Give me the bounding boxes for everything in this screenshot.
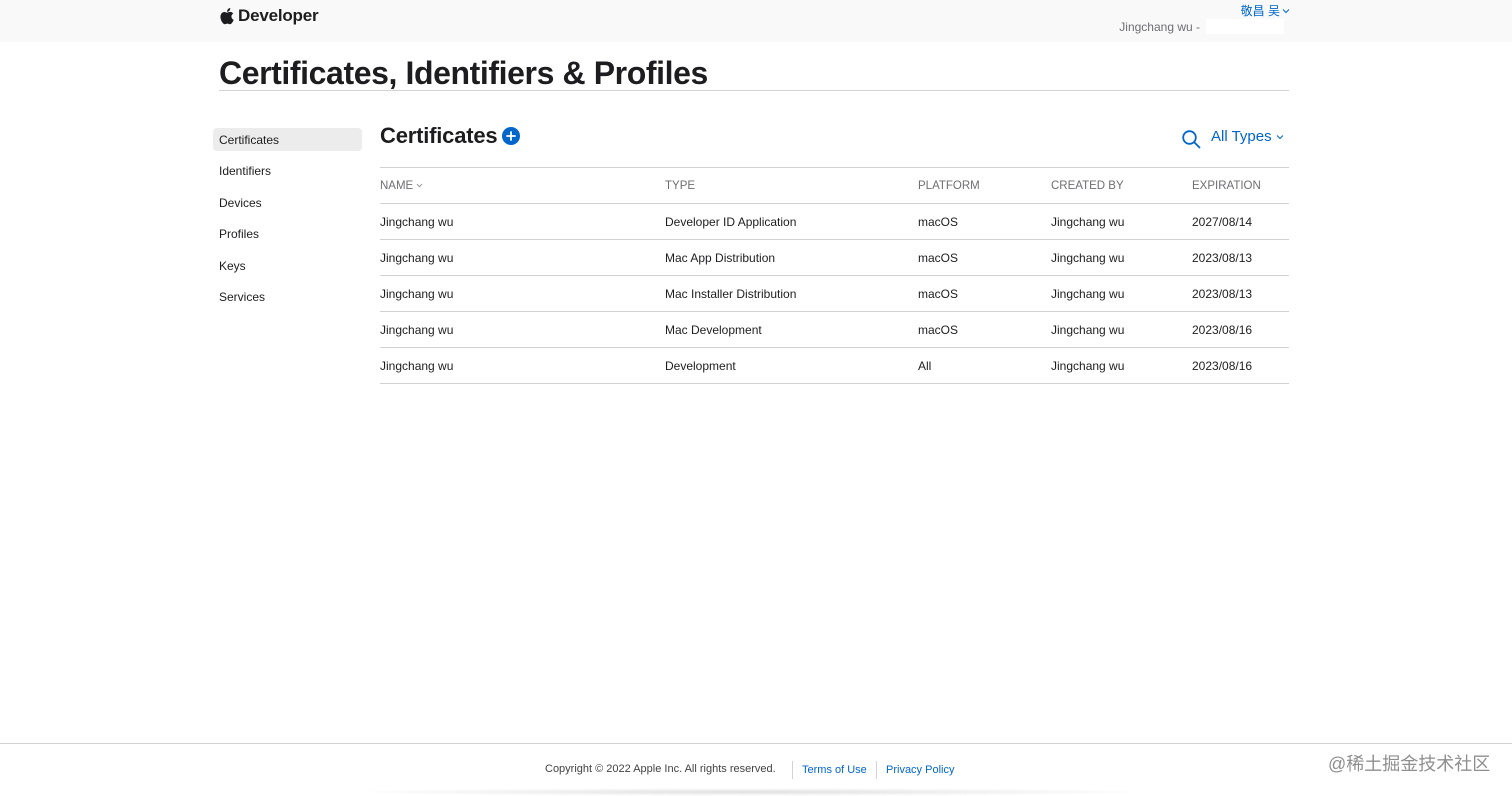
cell-platform: macOS [918,250,959,265]
account-team-redacted [1206,19,1284,34]
cell-created-by: Jingchang wu [1051,322,1125,337]
cell-created-by: Jingchang wu [1051,358,1125,373]
developer-logo[interactable]: Developer [219,6,319,26]
cell-name: Jingchang wu [380,358,454,373]
user-name: 敬昌 吴 [1240,4,1280,18]
copyright-text: Copyright © 2022 Apple Inc. All rights r… [545,763,776,775]
cell-type: Development [665,358,736,373]
apple-logo-icon [220,7,234,25]
certificates-table: NAME TYPE PLATFORM CREATED BY EXPIRATION… [380,167,1289,384]
title-divider [219,90,1289,91]
column-header-expiration[interactable]: EXPIRATION [1192,168,1261,203]
plus-icon [506,131,517,141]
account-label: Jingchang wu - [1119,19,1200,34]
type-filter-label: All Types [1211,128,1272,145]
footer-shadow [340,788,1160,796]
cell-expiration: 2023/08/13 [1192,286,1253,301]
sidebar-nav: Certificates Identifiers Devices Profile… [213,128,362,318]
sidebar-item-devices[interactable]: Devices [213,191,362,214]
account-selector[interactable]: Jingchang wu - [1119,19,1284,34]
column-header-name[interactable]: NAME [380,168,423,203]
footer-divider [792,761,793,779]
cell-created-by: Jingchang wu [1051,286,1125,301]
terms-of-use-link[interactable]: Terms of Use [802,764,867,776]
add-certificate-button[interactable] [502,127,521,145]
footer-divider [876,761,877,779]
chevron-down-icon [1276,134,1283,139]
chevron-down-icon [1282,8,1290,13]
cell-platform: macOS [918,322,959,337]
table-row[interactable]: Jingchang wu Developer ID Application ma… [380,204,1289,240]
sort-chevron-icon [416,183,423,188]
cell-type: Mac Development [665,322,762,337]
cell-created-by: Jingchang wu [1051,214,1125,229]
cell-platform: macOS [918,214,959,229]
type-filter-dropdown[interactable]: All Types [1211,128,1284,145]
sidebar-item-keys[interactable]: Keys [213,254,362,277]
section-title: Certificates [380,123,498,148]
sidebar-item-identifiers[interactable]: Identifiers [213,160,362,183]
cell-name: Jingchang wu [380,250,454,265]
privacy-policy-link[interactable]: Privacy Policy [886,764,954,776]
search-icon[interactable] [1181,129,1201,149]
table-row[interactable]: Jingchang wu Development All Jingchang w… [380,348,1289,384]
cell-name: Jingchang wu [380,286,454,301]
watermark-text: @稀土掘金技术社区 [1328,754,1491,774]
table-header-row: NAME TYPE PLATFORM CREATED BY EXPIRATION [380,168,1289,204]
table-row[interactable]: Jingchang wu Mac Installer Distribution … [380,276,1289,312]
user-menu[interactable]: 敬昌 吴 [1241,2,1290,19]
cell-name: Jingchang wu [380,322,454,337]
cell-expiration: 2023/08/16 [1192,322,1253,337]
cell-expiration: 2023/08/16 [1192,358,1253,373]
cell-expiration: 2027/08/14 [1192,214,1253,229]
table-row[interactable]: Jingchang wu Mac App Distribution macOS … [380,240,1289,276]
column-header-type[interactable]: TYPE [665,168,695,203]
cell-name: Jingchang wu [380,214,454,229]
cell-created-by: Jingchang wu [1051,250,1125,265]
cell-type: Mac Installer Distribution [665,286,797,301]
cell-type: Mac App Distribution [665,250,776,265]
page-title: Certificates, Identifiers & Profiles [219,55,708,91]
section-header: Certificates [380,123,521,149]
column-header-platform[interactable]: PLATFORM [918,168,980,203]
sidebar-item-profiles[interactable]: Profiles [213,223,362,246]
cell-platform: All [918,358,932,373]
cell-type: Developer ID Application [665,214,797,229]
sidebar-item-services[interactable]: Services [213,286,362,309]
sidebar-item-certificates[interactable]: Certificates [213,128,362,151]
cell-expiration: 2023/08/13 [1192,250,1253,265]
cell-platform: macOS [918,286,959,301]
column-header-created-by[interactable]: CREATED BY [1051,168,1124,203]
global-header: Developer 敬昌 吴 Jingchang wu - [0,0,1512,42]
table-row[interactable]: Jingchang wu Mac Development macOS Jingc… [380,312,1289,348]
brand-label: Developer [238,6,319,25]
